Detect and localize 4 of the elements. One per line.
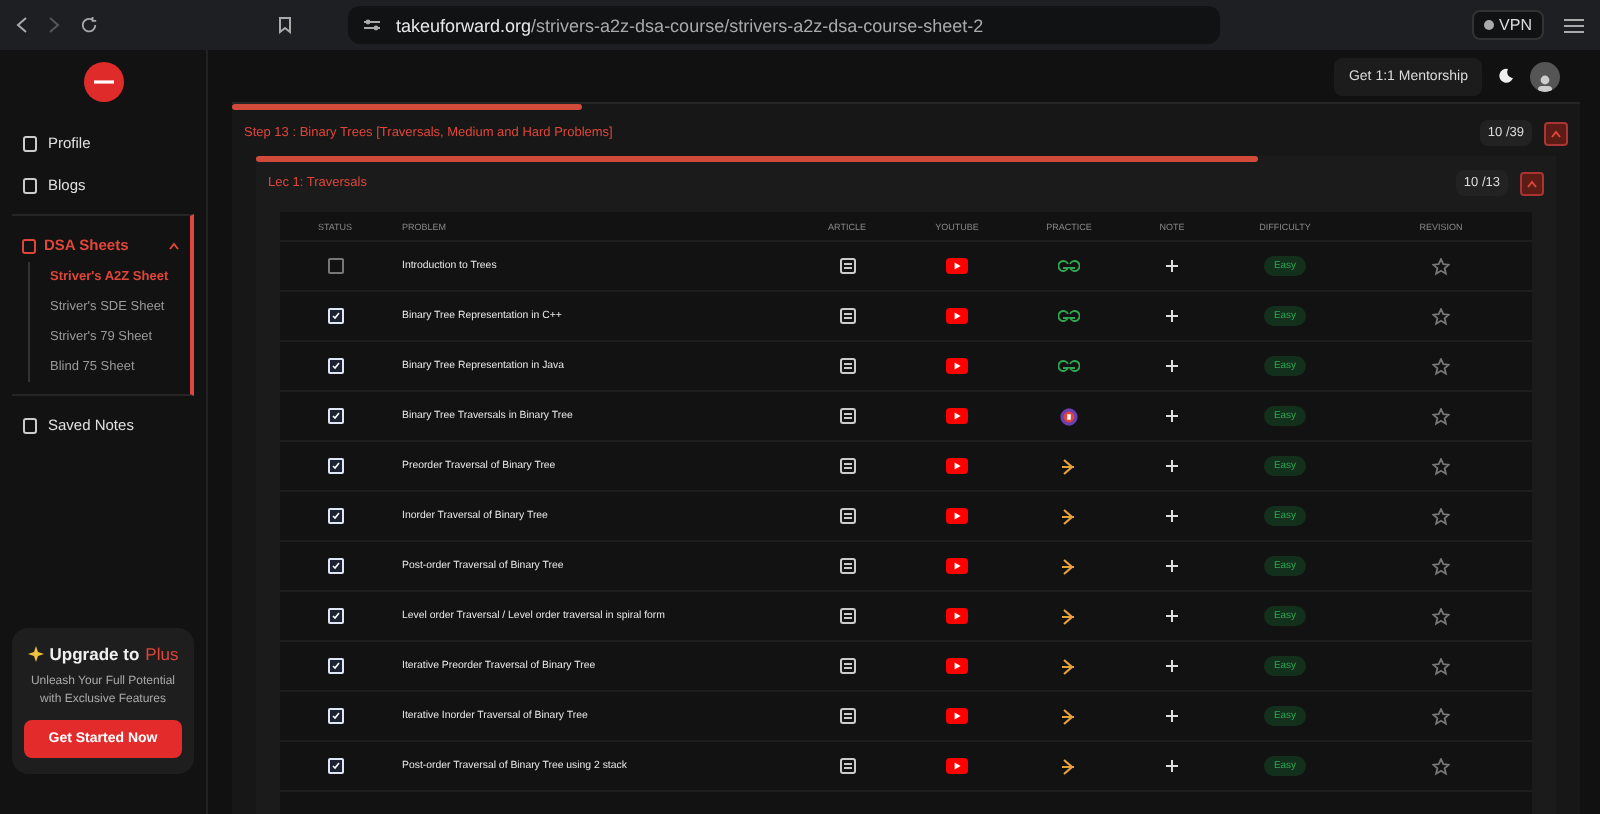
upgrade-title: Upgrade to <box>49 644 140 664</box>
vpn-button[interactable]: VPN <box>1471 10 1544 40</box>
plan-name: Plus <box>145 644 179 664</box>
address-bar[interactable]: takeuforward.org/strivers-a2z-dsa-course/strivers-a2z-dsa-course-sheet-2 <box>348 6 1220 44</box>
